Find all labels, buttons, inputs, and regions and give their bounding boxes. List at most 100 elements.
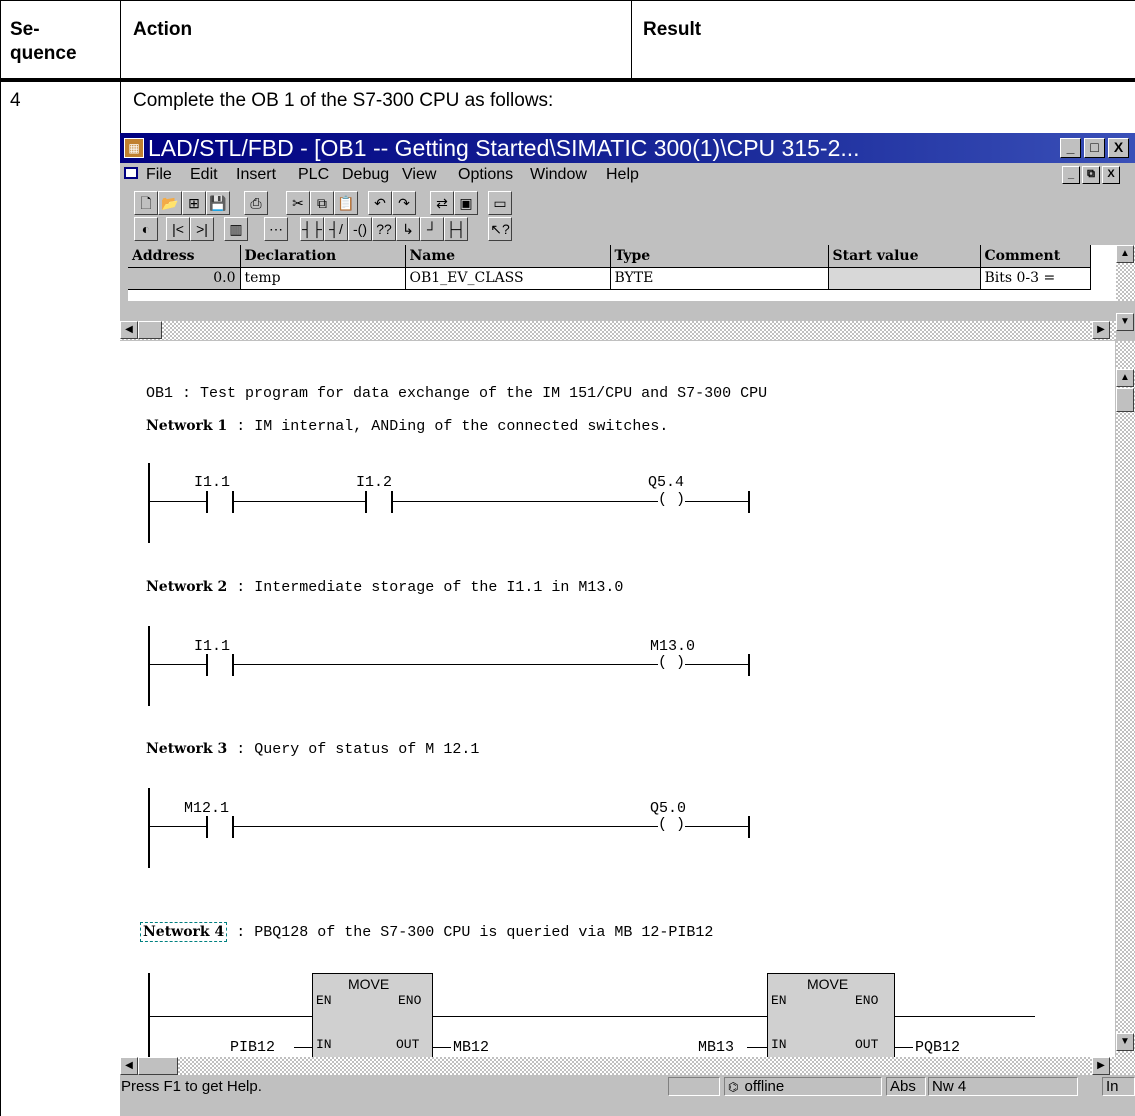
copy-icon[interactable]: ⧉ (310, 191, 334, 215)
save-icon[interactable]: 💾 (206, 191, 230, 215)
menu-plc[interactable]: PLC (298, 166, 329, 184)
help-cursor-icon[interactable]: ↖? (488, 217, 512, 241)
out-operand[interactable]: MB12 (453, 1039, 489, 1056)
col-comment[interactable]: Comment (980, 245, 1091, 268)
editor-scroll-right-icon[interactable]: ▶ (1092, 1057, 1110, 1075)
action-header: Action (133, 19, 193, 40)
eno-pin: ENO (398, 993, 422, 1008)
title-bar[interactable]: ▦ LAD/STL/FBD - [OB1 -- Getting Started\… (120, 133, 1135, 163)
accessible-nodes-icon[interactable]: ⊞ (182, 191, 206, 215)
download-icon[interactable]: ▣ (454, 191, 478, 215)
undo-icon[interactable]: ↶ (368, 191, 392, 215)
empty-box-icon[interactable]: ?? (372, 217, 396, 241)
coil-icon[interactable]: ( ) (658, 816, 686, 833)
menu-edit[interactable]: Edit (190, 166, 218, 184)
standard-toolbar: 🗋 📂 ⊞ 💾 ⎙ ✂ ⧉ 📋 ↶ ↷ ⇄ ▣ ▭ (120, 189, 680, 217)
online-offline-icon[interactable]: ⇄ (430, 191, 454, 215)
connection-icon[interactable]: ├┤ (444, 217, 468, 241)
contact-no-icon[interactable] (365, 491, 393, 513)
network-4-label[interactable]: Network 4 (140, 922, 228, 942)
decl-scroll-left-icon[interactable]: ◀ (120, 321, 138, 339)
editor-scroll-down-icon[interactable]: ▼ (1116, 1033, 1134, 1051)
cell-type[interactable]: BYTE (610, 267, 829, 290)
coil-icon[interactable]: ( ) (658, 654, 686, 671)
out-operand[interactable]: PQB12 (915, 1039, 960, 1056)
close-button[interactable]: X (1108, 138, 1129, 158)
menu-window[interactable]: Window (530, 166, 587, 184)
menu-view[interactable]: View (402, 166, 436, 184)
open-branch-icon[interactable]: ↳ (396, 217, 420, 241)
decl-hscroll[interactable] (120, 321, 1116, 340)
status-abs: Abs (886, 1077, 926, 1096)
rung-end-1 (748, 491, 750, 513)
close-branch-icon[interactable]: ┘ (420, 217, 444, 241)
first-network-icon[interactable]: |< (166, 217, 190, 241)
en-pin: EN (316, 993, 332, 1008)
open-icon[interactable]: 📂 (158, 191, 182, 215)
decl-scroll-down-icon[interactable]: ▼ (1116, 313, 1134, 331)
overview-icon[interactable]: ▭ (488, 191, 512, 215)
cell-comment[interactable]: Bits 0-3 = (980, 267, 1091, 290)
coil-icon[interactable]: ( ) (658, 491, 686, 508)
ladder-toolbar: ◐ |<>| ▥ ⋯ ┤├┤/├-()??↳┘├┤ ↖? (120, 215, 680, 243)
minimize-button[interactable]: _ (1060, 138, 1081, 158)
contact-no-icon[interactable] (206, 816, 234, 838)
editor-scroll-left-icon[interactable]: ◀ (120, 1057, 138, 1075)
network-2-label: Network 2 (146, 579, 228, 595)
new-icon[interactable]: 🗋 (134, 191, 158, 215)
mdi-minimize-button[interactable]: _ (1062, 166, 1080, 184)
menu-debug[interactable]: Debug (342, 166, 389, 184)
mdi-close-button[interactable]: X (1102, 166, 1120, 184)
menu-options[interactable]: Options (458, 166, 513, 184)
paste-icon[interactable]: 📋 (334, 191, 358, 215)
contact-no-icon[interactable]: ┤├ (300, 217, 324, 241)
cell-name[interactable]: OB1_EV_CLASS (405, 267, 611, 290)
col-address[interactable]: Address (128, 245, 241, 268)
menu-insert[interactable]: Insert (236, 166, 276, 184)
contact-nc-icon[interactable]: ┤/├ (324, 217, 348, 241)
power-rail-4 (148, 973, 150, 1057)
table-row[interactable]: 0.0 temp OB1_EV_CLASS BYTE Bits 0-3 = (128, 267, 1091, 290)
decl-scroll-up-icon[interactable]: ▲ (1116, 245, 1134, 263)
contact-label: M12.1 (184, 800, 230, 817)
mdi-restore-button[interactable]: ⧉ (1082, 166, 1100, 184)
coil-icon[interactable]: -() (348, 217, 372, 241)
ladder-editor[interactable]: OB1 : Test program for data exchange of … (120, 341, 1115, 1057)
new-network-icon[interactable]: ⋯ (264, 217, 288, 241)
block-icon[interactable]: ▥ (224, 217, 248, 241)
col-name[interactable]: Name (405, 245, 611, 268)
col-declaration[interactable]: Declaration (240, 245, 406, 268)
print-icon[interactable]: ⎙ (244, 191, 268, 215)
block-title: OB1 : Test program for data exchange of … (146, 385, 768, 402)
menu-file[interactable]: File (146, 166, 172, 184)
network-3-label: Network 3 (146, 741, 228, 757)
cell-start-value[interactable] (828, 267, 981, 290)
out-pin: OUT (855, 1037, 879, 1052)
last-network-icon[interactable]: >| (190, 217, 214, 241)
monitor-icon[interactable]: ◐ (134, 217, 158, 241)
redo-icon[interactable]: ↷ (392, 191, 416, 215)
rung-line-4a (150, 1016, 312, 1017)
contact-no-icon[interactable] (206, 491, 234, 513)
menu-help[interactable]: Help (606, 166, 639, 184)
col-start-value[interactable]: Start value (828, 245, 981, 268)
cell-declaration[interactable]: temp (240, 267, 406, 290)
in-operand[interactable]: PIB12 (230, 1039, 275, 1056)
table-top-border (0, 0, 1135, 1)
cell-address[interactable]: 0.0 (128, 267, 241, 290)
power-rail-2 (148, 626, 150, 706)
editor-hscroll-thumb[interactable] (138, 1057, 178, 1075)
network-3-header: Network 3 : Query of status of M 12.1 (146, 741, 479, 758)
status-help-text: Press F1 to get Help. (121, 1078, 262, 1095)
decl-scroll-right-icon[interactable]: ▶ (1092, 321, 1110, 339)
editor-scroll-up-icon[interactable]: ▲ (1116, 369, 1134, 387)
in-operand[interactable]: MB13 (698, 1039, 734, 1056)
editor-hscroll[interactable] (120, 1057, 1116, 1075)
col-type[interactable]: Type (610, 245, 829, 268)
cut-icon[interactable]: ✂ (286, 191, 310, 215)
editor-vscroll[interactable] (1116, 341, 1135, 1093)
contact-no-icon[interactable] (206, 654, 234, 676)
decl-scroll-thumb[interactable] (138, 321, 162, 339)
editor-scroll-thumb[interactable] (1116, 388, 1134, 412)
maximize-button[interactable]: □ (1084, 138, 1105, 158)
